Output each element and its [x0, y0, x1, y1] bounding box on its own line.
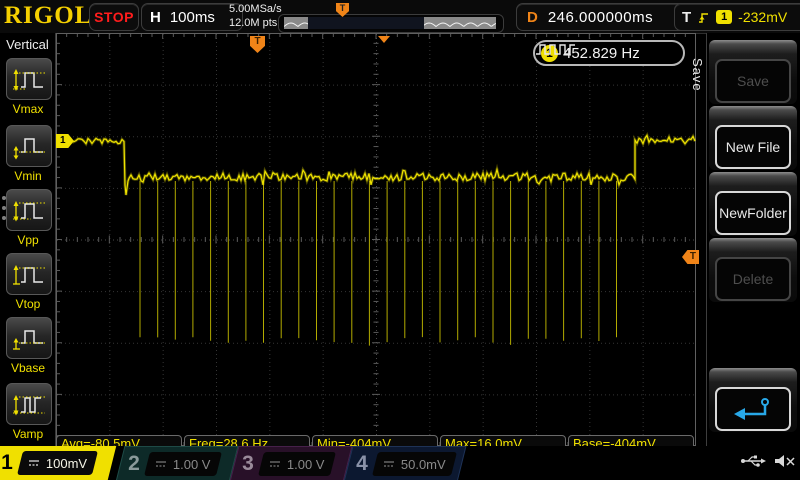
save-button[interactable]: Save [715, 59, 791, 103]
back-button[interactable] [715, 387, 791, 431]
channel4-block[interactable]: 4 50.0mV [344, 446, 467, 480]
trigger-slope-icon [697, 10, 710, 25]
scroll-dot [2, 196, 6, 200]
channel1-scale: 100mV [46, 456, 87, 471]
timebase-value: 100ms [170, 9, 215, 26]
coupling-icon [383, 459, 395, 469]
channel3-block[interactable]: 3 1.00 V [230, 446, 353, 480]
left-menu-title: Vertical [0, 37, 55, 52]
channel2-scale: 1.00 V [173, 457, 211, 472]
sample-rate: 5.00MSa/s [229, 2, 282, 16]
vmax-label: Vmax [6, 102, 50, 116]
vpp-label: Vpp [6, 233, 50, 247]
delay-box[interactable]: D 246.000000ms [516, 3, 690, 31]
menu-item-vpp[interactable]: Vpp [6, 189, 50, 247]
channel3-number: 3 [235, 452, 261, 476]
channel3-scale: 1.00 V [287, 457, 325, 472]
vpp-icon [11, 196, 47, 224]
top-status-bar: RIGOL STOP H 100ms 5.00MSa/s 12.0M pts T… [0, 0, 800, 34]
brand-logo: RIGOL [4, 2, 92, 30]
speaker-muted-icon [774, 453, 796, 469]
vbase-label: Vbase [6, 361, 50, 375]
horizontal-label: H [150, 9, 161, 26]
run-state-button[interactable]: STOP [89, 3, 139, 31]
new-folder-button[interactable]: NewFolder [715, 191, 791, 235]
menu-item-vmax[interactable]: Vmax [6, 58, 50, 116]
vpp-button[interactable] [6, 189, 52, 231]
vmin-button[interactable] [6, 125, 52, 167]
vmax-icon [11, 65, 47, 93]
new-file-button[interactable]: New File [715, 125, 791, 169]
usb-icon [740, 454, 766, 468]
vtop-button[interactable] [6, 253, 52, 295]
channel2-number: 2 [121, 452, 147, 476]
channel1-waveform [56, 33, 696, 446]
trigger-box[interactable]: T 1 -232mV [674, 3, 800, 31]
coupling-icon [28, 458, 40, 468]
system-status-icons [740, 453, 796, 469]
channel4-number: 4 [349, 452, 375, 476]
menu-slot-3: NewFolder [709, 172, 797, 236]
memory-depth: 12.0M pts [229, 16, 282, 30]
trigger-source-badge: 1 [716, 10, 732, 24]
menu-item-vmin[interactable]: Vmin [6, 125, 50, 183]
menu-tab-save: Save [686, 40, 705, 110]
memory-position-preview[interactable] [278, 14, 504, 33]
scroll-dot [2, 206, 6, 210]
coupling-icon [155, 459, 167, 469]
square-wave-icon [535, 42, 577, 56]
menu-slot-6 [709, 368, 797, 432]
vamp-icon [11, 390, 47, 418]
menu-item-vamp[interactable]: Vamp [6, 383, 50, 441]
waveform-display: T 1 452.829 Hz 1 T [56, 33, 696, 446]
channel4-scale: 50.0mV [401, 457, 446, 472]
screen-center-marker-icon [378, 36, 390, 43]
channel-status-bar: 1 100mV 2 1.00 V [0, 446, 800, 480]
channel2-block[interactable]: 2 1.00 V [116, 446, 239, 480]
vtop-icon [11, 260, 47, 288]
channel1-block[interactable]: 1 100mV [0, 446, 116, 480]
menu-slot-2: New File [709, 106, 797, 170]
return-arrow-icon [731, 396, 775, 422]
vamp-label: Vamp [6, 427, 50, 441]
vmax-button[interactable] [6, 58, 52, 100]
menu-slot-1: Save [709, 40, 797, 104]
delay-value: 246.000000ms [548, 9, 653, 26]
vamp-button[interactable] [6, 383, 52, 425]
left-measure-menu: Vertical Vmax [0, 33, 56, 446]
vbase-icon [11, 324, 47, 352]
acquisition-info: 5.00MSa/s 12.0M pts [229, 2, 282, 30]
preview-display-window[interactable] [308, 17, 424, 29]
frequency-counter: 1 452.829 Hz [533, 40, 685, 66]
vtop-label: Vtop [6, 297, 50, 311]
preview-strip [284, 17, 496, 29]
vbase-button[interactable] [6, 317, 52, 359]
oscilloscope-screen: RIGOL STOP H 100ms 5.00MSa/s 12.0M pts T… [0, 0, 800, 480]
delay-label: D [527, 9, 538, 26]
trigger-label: T [682, 9, 691, 26]
scroll-dot [2, 216, 6, 220]
trigger-level-value: -232mV [738, 9, 787, 25]
menu-item-vbase[interactable]: Vbase [6, 317, 50, 375]
coupling-icon [269, 459, 281, 469]
vmin-label: Vmin [6, 169, 50, 183]
delete-button[interactable]: Delete [715, 257, 791, 301]
menu-item-vtop[interactable]: Vtop [6, 253, 50, 311]
horizontal-timebase-box[interactable]: H 100ms [141, 3, 243, 31]
vmin-icon [11, 132, 47, 160]
menu-slot-4: Delete [709, 238, 797, 302]
